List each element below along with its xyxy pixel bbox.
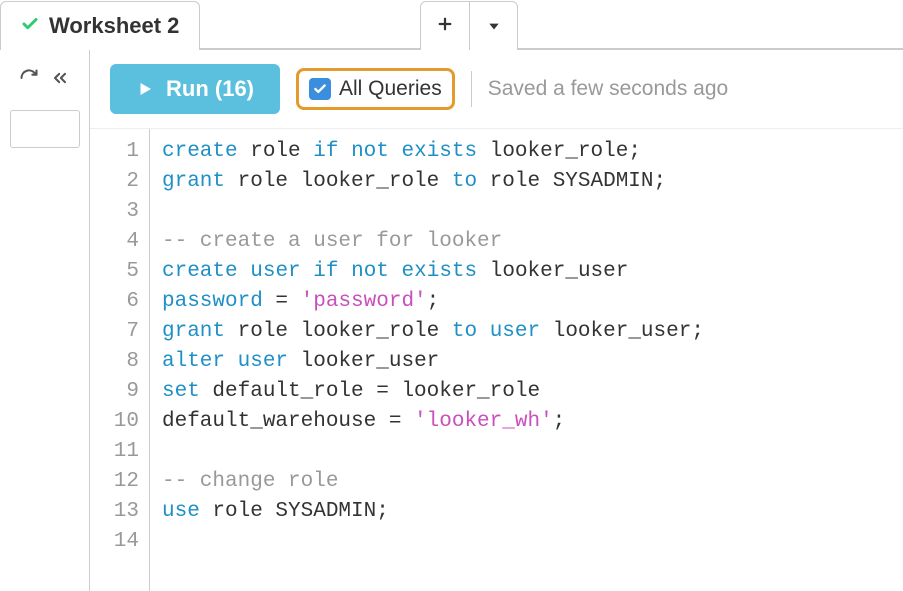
tab-filler xyxy=(518,0,903,49)
line-number: 7 xyxy=(90,317,139,347)
line-number: 4 xyxy=(90,227,139,257)
separator xyxy=(471,71,472,107)
saved-status: Saved a few seconds ago xyxy=(488,77,729,101)
code-line[interactable] xyxy=(162,437,903,467)
all-queries-label: All Queries xyxy=(339,77,442,101)
caret-down-icon xyxy=(487,13,501,39)
line-number: 14 xyxy=(90,527,139,557)
line-number: 2 xyxy=(90,167,139,197)
code-line[interactable]: default_warehouse = 'looker_wh'; xyxy=(162,407,903,437)
line-number: 8 xyxy=(90,347,139,377)
line-number: 11 xyxy=(90,437,139,467)
all-queries-toggle[interactable]: All Queries xyxy=(296,68,455,110)
all-queries-checkbox[interactable] xyxy=(309,78,331,100)
line-number: 13 xyxy=(90,497,139,527)
code-line[interactable]: grant role looker_role to user looker_us… xyxy=(162,317,903,347)
line-number: 10 xyxy=(90,407,139,437)
add-tab-button[interactable] xyxy=(421,2,469,50)
code-line[interactable]: -- create a user for looker xyxy=(162,227,903,257)
plus-icon xyxy=(436,13,454,39)
collapse-panel-button[interactable] xyxy=(49,68,71,94)
line-number: 9 xyxy=(90,377,139,407)
line-number: 5 xyxy=(90,257,139,287)
line-number: 6 xyxy=(90,287,139,317)
code-line[interactable]: set default_role = looker_role xyxy=(162,377,903,407)
code-line[interactable]: grant role looker_role to role SYSADMIN; xyxy=(162,167,903,197)
chevrons-left-icon xyxy=(49,68,71,88)
tab-dropdown-button[interactable] xyxy=(469,2,517,50)
worksheet-tab[interactable]: Worksheet 2 xyxy=(0,1,200,50)
code-line[interactable]: password = 'password'; xyxy=(162,287,903,317)
code-line[interactable]: alter user looker_user xyxy=(162,347,903,377)
tab-spacer xyxy=(200,0,420,49)
code-line[interactable] xyxy=(162,527,903,557)
check-icon xyxy=(21,15,39,38)
code-line[interactable]: -- change role xyxy=(162,467,903,497)
code-line[interactable]: create role if not exists looker_role; xyxy=(162,137,903,167)
line-gutter: 1234567891011121314 xyxy=(90,129,150,591)
play-icon xyxy=(136,80,154,98)
toolbar: Run (16) All Queries Saved a few seconds… xyxy=(90,50,903,128)
code-editor[interactable]: 1234567891011121314 create role if not e… xyxy=(90,128,903,591)
line-number: 12 xyxy=(90,467,139,497)
check-icon xyxy=(313,82,327,96)
run-button-label: Run (16) xyxy=(166,76,254,102)
line-number: 1 xyxy=(90,137,139,167)
code-line[interactable]: use role SYSADMIN; xyxy=(162,497,903,527)
refresh-button[interactable] xyxy=(19,68,39,94)
refresh-icon xyxy=(19,68,39,88)
code-line[interactable] xyxy=(162,197,903,227)
line-number: 3 xyxy=(90,197,139,227)
code-area[interactable]: create role if not exists looker_role;gr… xyxy=(150,129,903,591)
search-input[interactable] xyxy=(10,110,80,148)
worksheet-tab-label: Worksheet 2 xyxy=(49,13,179,39)
left-panel xyxy=(0,50,90,591)
run-button[interactable]: Run (16) xyxy=(110,64,280,114)
code-line[interactable]: create user if not exists looker_user xyxy=(162,257,903,287)
